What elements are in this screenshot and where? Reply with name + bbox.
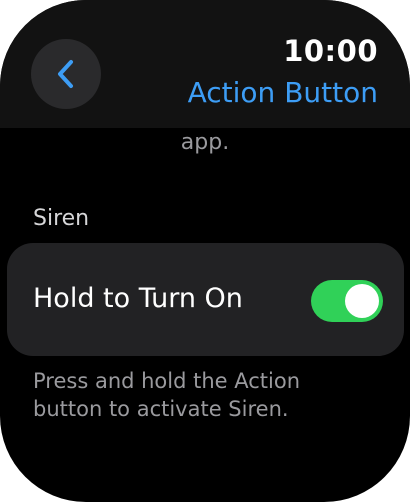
clock: 10:00 (283, 34, 378, 68)
toggle-knob (345, 284, 379, 318)
page-title: Action Button (187, 76, 378, 109)
hold-to-turn-on-toggle[interactable] (311, 280, 383, 322)
section-header-siren: Siren (33, 206, 90, 231)
chevron-left-icon (58, 60, 73, 88)
nav-header: 10:00 Action Button (0, 0, 410, 128)
watch-screen: 10:00 Action Button app. Siren Hold to T… (0, 0, 410, 502)
hold-to-turn-on-row[interactable]: Hold to Turn On (7, 243, 404, 356)
footer-description: Press and hold the Action button to acti… (33, 369, 301, 421)
row-label: Hold to Turn On (33, 283, 243, 314)
scrolled-description-text: app. (180, 130, 230, 155)
back-button[interactable] (31, 39, 101, 109)
